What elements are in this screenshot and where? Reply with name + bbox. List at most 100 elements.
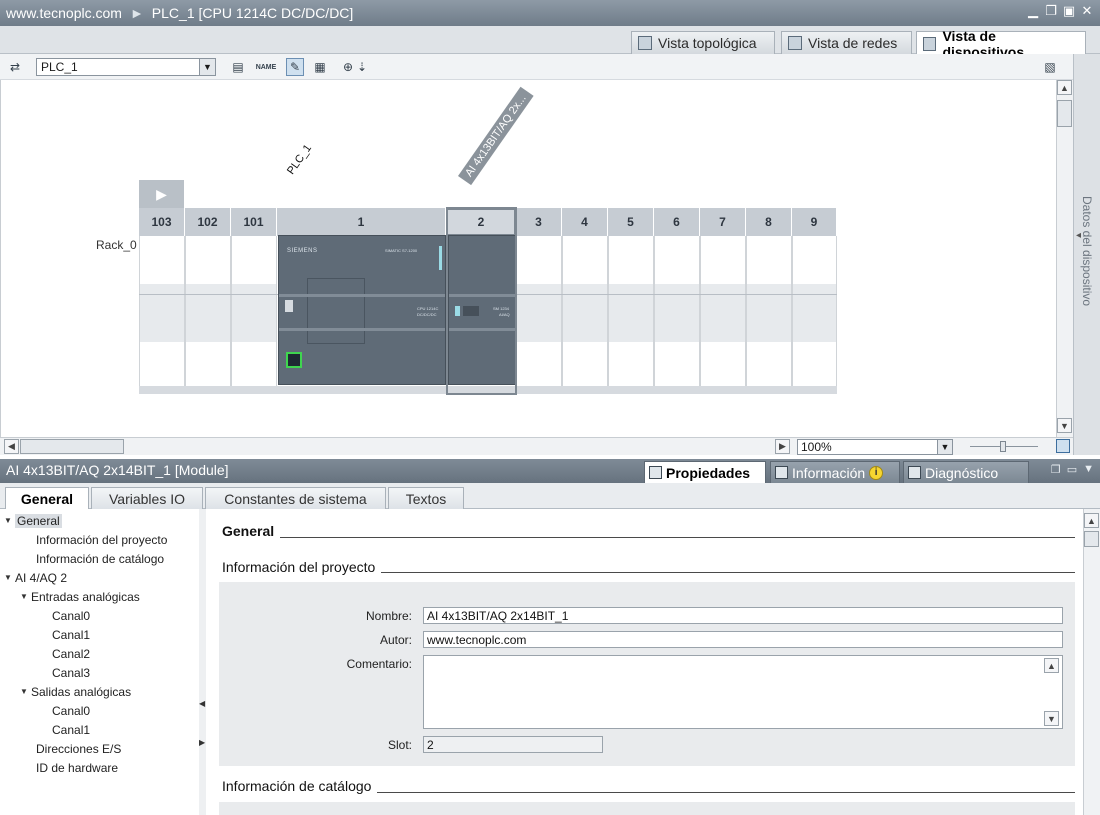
zoom-icon[interactable]: ⊕: [339, 58, 357, 76]
plc-label[interactable]: PLC_1: [285, 142, 314, 176]
slot-header[interactable]: 6: [654, 208, 700, 236]
rack-slot[interactable]: [608, 236, 654, 394]
close-icon[interactable]: ✕: [1080, 3, 1094, 18]
device-data-side-tab[interactable]: Datos del dispositivo ◂: [1073, 54, 1100, 455]
name-field[interactable]: AI 4x13BIT/AQ 2x14BIT_1: [423, 607, 1063, 624]
canvas-horizontal-scrollbar[interactable]: ◀ ▶ 100% ▼: [0, 437, 1073, 455]
subtab-system-constants[interactable]: Constantes de sistema: [205, 487, 386, 509]
tree-item-ai-aq[interactable]: ▼ AI 4/AQ 2: [4, 568, 67, 587]
rack-expand-icon[interactable]: ▶: [139, 180, 184, 208]
tree-item-general[interactable]: ▼ General: [4, 511, 62, 530]
scroll-up-icon[interactable]: ▲: [1057, 80, 1072, 95]
author-field[interactable]: www.tecnoplc.com: [423, 631, 1063, 648]
rack-slot[interactable]: [185, 236, 231, 394]
show-module-labels-icon[interactable]: ✎: [286, 58, 304, 76]
chevron-down-icon[interactable]: ▼: [937, 440, 952, 454]
slot-header[interactable]: 103: [139, 208, 185, 236]
device-data-icon[interactable]: ▧: [1041, 58, 1059, 76]
expand-icon[interactable]: ▼: [4, 516, 15, 525]
tree-item-label: ID de hardware: [36, 760, 119, 775]
fit-view-icon[interactable]: [1056, 439, 1070, 453]
comment-field[interactable]: ▲ ▼: [423, 655, 1063, 729]
tab-properties[interactable]: Propiedades: [644, 461, 766, 483]
splitter-left-icon[interactable]: ◀: [199, 699, 205, 708]
name-display-icon[interactable]: NAME: [256, 58, 277, 76]
restore-icon[interactable]: ❐: [1044, 3, 1058, 18]
tree-item-channel[interactable]: Canal1: [52, 720, 90, 739]
tab-information[interactable]: Información i: [770, 461, 900, 483]
device-canvas[interactable]: PLC_1 AI 4x13BIT/AQ 2x... ▶ Rack_0 103 1…: [0, 80, 1056, 437]
rack-slot[interactable]: [231, 236, 277, 394]
zoom-slider-handle[interactable]: [1000, 441, 1006, 452]
maximize-icon[interactable]: ▭: [1067, 463, 1077, 476]
scroll-thumb[interactable]: [1057, 100, 1072, 127]
rack-slot[interactable]: [746, 236, 792, 394]
cpu-module[interactable]: SIEMENS SIMATIC S7-1200 CPU 1214C DC/DC/…: [278, 235, 446, 385]
signal-module[interactable]: SM 1234 AI/AQ: [448, 235, 516, 385]
grid-toggle-icon[interactable]: ▤: [229, 58, 247, 76]
collapse-icon[interactable]: ▼: [1083, 463, 1094, 476]
expand-icon[interactable]: ▼: [4, 573, 15, 582]
module-label[interactable]: AI 4x13BIT/AQ 2x...: [458, 86, 534, 186]
zoom-select[interactable]: 100% ▼: [797, 439, 953, 455]
tree-item-hardware-id[interactable]: ID de hardware: [36, 758, 118, 777]
slot-header[interactable]: 1: [277, 208, 446, 236]
properties-scrollbar[interactable]: ▲: [1083, 509, 1100, 815]
collapse-arrow-icon[interactable]: ◂: [1076, 230, 1081, 241]
slot-header[interactable]: 101: [231, 208, 277, 236]
hscroll-thumb[interactable]: [20, 439, 124, 454]
slot-header[interactable]: 102: [185, 208, 231, 236]
tree-item-channel[interactable]: Canal1: [52, 625, 90, 644]
rack-slot[interactable]: [654, 236, 700, 394]
tab-topology-view[interactable]: Vista topológica: [631, 31, 775, 54]
scroll-up-icon[interactable]: ▲: [1044, 658, 1059, 673]
scroll-left-icon[interactable]: ◀: [4, 439, 19, 454]
device-overview-icon[interactable]: ⇄: [6, 58, 24, 76]
tree-item-analog-inputs[interactable]: ▼ Entradas analógicas: [20, 587, 140, 606]
slot-header[interactable]: 9: [792, 208, 837, 236]
profinet-port-icon[interactable]: [286, 352, 302, 368]
tree-item-catalog-info[interactable]: Información de catálogo: [36, 549, 164, 568]
tree-item-io-addresses[interactable]: Direcciones E/S: [36, 739, 121, 758]
scroll-up-icon[interactable]: ▲: [1084, 513, 1099, 528]
slot-header[interactable]: 5: [608, 208, 654, 236]
expand-icon[interactable]: ▼: [20, 687, 31, 696]
subtab-io-variables[interactable]: Variables IO: [91, 487, 203, 509]
tree-item-channel[interactable]: Canal0: [52, 701, 90, 720]
rack-slot[interactable]: [700, 236, 746, 394]
scroll-thumb[interactable]: [1084, 531, 1099, 547]
slot-header[interactable]: 3: [516, 208, 562, 236]
rack-slot[interactable]: [792, 236, 837, 394]
scroll-right-icon[interactable]: ▶: [775, 439, 790, 454]
scroll-down-icon[interactable]: ▼: [1057, 418, 1072, 433]
scroll-down-icon[interactable]: ▼: [1044, 711, 1059, 726]
subtab-texts[interactable]: Textos: [388, 487, 464, 509]
tree-item-analog-outputs[interactable]: ▼ Salidas analógicas: [20, 682, 131, 701]
page-break-icon[interactable]: ▦: [311, 58, 329, 76]
slot-header[interactable]: 7: [700, 208, 746, 236]
float-icon[interactable]: ❐: [1051, 463, 1061, 476]
tab-device-view[interactable]: Vista de dispositivos: [916, 28, 1086, 60]
zoom-dropdown-icon[interactable]: ⇣: [356, 58, 368, 76]
splitter-right-icon[interactable]: ▶: [199, 738, 205, 747]
tree-item-channel[interactable]: Canal3: [52, 663, 90, 682]
rack-slot[interactable]: [562, 236, 608, 394]
canvas-vertical-scrollbar[interactable]: ▲ ▼: [1056, 80, 1073, 437]
tree-item-channel[interactable]: Canal0: [52, 606, 90, 625]
rack-slot[interactable]: [516, 236, 562, 394]
tree-item-project-info[interactable]: Información del proyecto: [36, 530, 167, 549]
tree-item-channel[interactable]: Canal2: [52, 644, 90, 663]
float-icon[interactable]: ▣: [1062, 3, 1076, 18]
tab-diagnostics[interactable]: Diagnóstico: [903, 461, 1029, 483]
rack-slot[interactable]: [139, 236, 185, 394]
tab-network-view[interactable]: Vista de redes: [781, 31, 912, 54]
device-select[interactable]: PLC_1 ▼: [36, 58, 216, 76]
slot-header-selected[interactable]: 2: [446, 208, 516, 236]
chevron-down-icon[interactable]: ▼: [199, 59, 215, 75]
slot-header[interactable]: 8: [746, 208, 792, 236]
minimize-icon[interactable]: ▁: [1026, 3, 1040, 18]
tree-splitter[interactable]: ◀ ▶: [199, 509, 206, 815]
expand-icon[interactable]: ▼: [20, 592, 31, 601]
slot-header[interactable]: 4: [562, 208, 608, 236]
subtab-general[interactable]: General: [5, 487, 89, 510]
